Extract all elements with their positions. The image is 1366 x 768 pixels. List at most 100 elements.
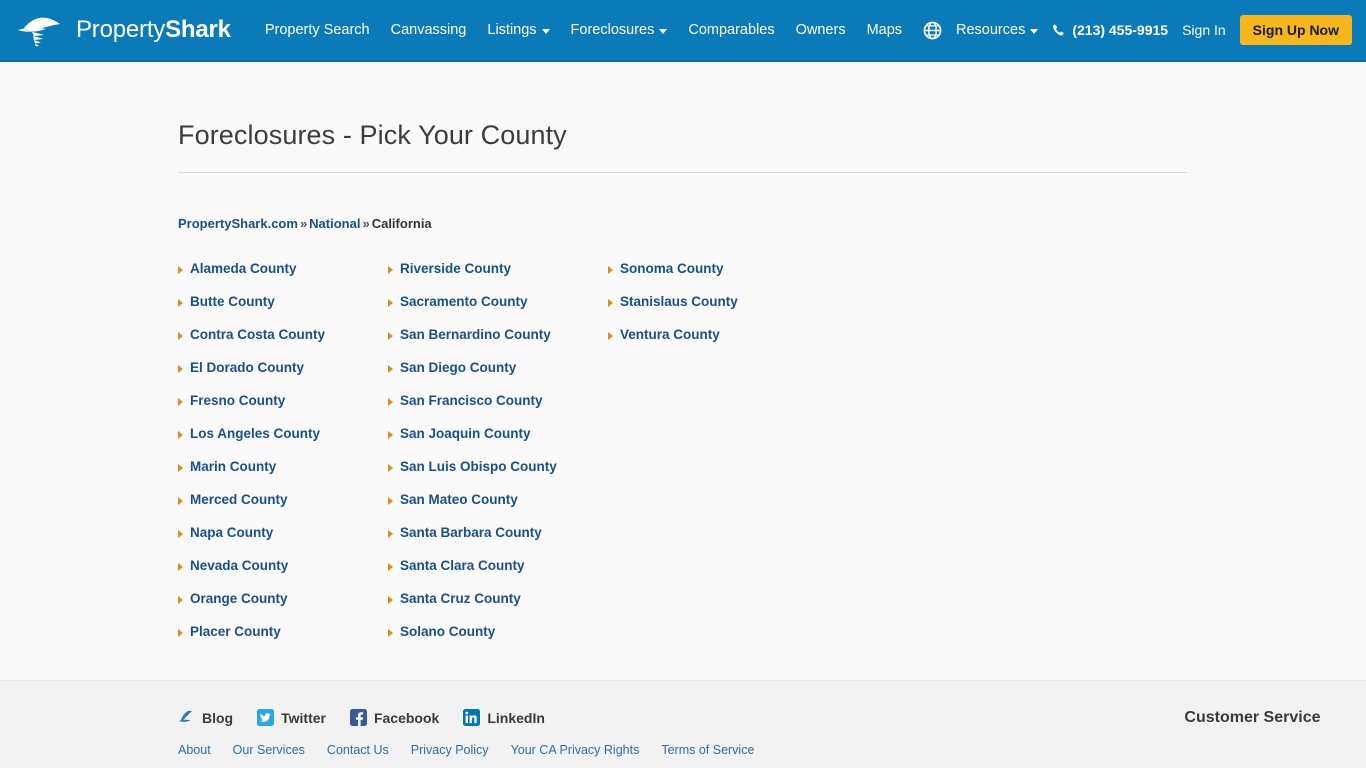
nav-item-maps[interactable]: Maps — [867, 22, 902, 38]
county-list: Riverside County Sacramento County San B… — [388, 261, 608, 657]
footer-link-privacy-policy[interactable]: Privacy Policy — [411, 743, 489, 757]
county-link[interactable]: Orange County — [190, 591, 288, 606]
county-link[interactable]: Merced County — [190, 492, 288, 507]
list-item[interactable]: San Bernardino County — [388, 327, 608, 360]
list-item[interactable]: Santa Clara County — [388, 558, 608, 591]
county-link[interactable]: Marin County — [190, 459, 276, 474]
county-column-3: Sonoma County Stanislaus County Ventura … — [608, 261, 818, 657]
list-item[interactable]: Butte County — [178, 294, 388, 327]
county-columns: Alameda County Butte County Contra Costa… — [178, 261, 1366, 657]
county-link[interactable]: Santa Barbara County — [400, 525, 542, 540]
customer-service-title: Customer Service — [1184, 709, 1321, 726]
phone-number-group[interactable]: (213) 455-9915 — [1052, 22, 1168, 38]
arrow-right-icon — [388, 266, 393, 274]
list-item[interactable]: San Joaquin County — [388, 426, 608, 459]
nav-item-property-search[interactable]: Property Search — [265, 22, 370, 38]
county-link[interactable]: San Bernardino County — [400, 327, 551, 342]
twitter-icon — [257, 709, 275, 726]
breadcrumb-item-propertyshark[interactable]: PropertyShark.com — [178, 216, 298, 231]
footer-link-about[interactable]: About — [178, 743, 211, 757]
list-item[interactable]: Riverside County — [388, 261, 608, 294]
title-divider — [178, 172, 1187, 173]
county-link[interactable]: Placer County — [190, 624, 281, 639]
social-link-facebook[interactable]: Facebook — [349, 709, 439, 726]
county-link[interactable]: Contra Costa County — [190, 327, 325, 342]
county-link[interactable]: San Luis Obispo County — [400, 459, 557, 474]
list-item[interactable]: San Diego County — [388, 360, 608, 393]
county-link[interactable]: Napa County — [190, 525, 273, 540]
county-link[interactable]: Riverside County — [400, 261, 511, 276]
site-header: PropertyShark Property Search Canvassing… — [0, 0, 1366, 62]
social-link-linkedin[interactable]: LinkedIn — [463, 709, 545, 726]
arrow-right-icon — [178, 629, 183, 637]
county-link[interactable]: Fresno County — [190, 393, 285, 408]
list-item[interactable]: Alameda County — [178, 261, 388, 294]
county-column-1: Alameda County Butte County Contra Costa… — [178, 261, 388, 657]
county-link[interactable]: Santa Clara County — [400, 558, 525, 573]
list-item[interactable]: Fresno County — [178, 393, 388, 426]
list-item[interactable]: Napa County — [178, 525, 388, 558]
sign-up-button[interactable]: Sign Up Now — [1239, 15, 1352, 45]
social-link-twitter[interactable]: Twitter — [257, 709, 326, 726]
list-item[interactable]: Orange County — [178, 591, 388, 624]
list-item[interactable]: Solano County — [388, 624, 608, 657]
county-link[interactable]: Sacramento County — [400, 294, 528, 309]
arrow-right-icon — [388, 365, 393, 373]
list-item[interactable]: San Luis Obispo County — [388, 459, 608, 492]
list-item[interactable]: Los Angeles County — [178, 426, 388, 459]
list-item[interactable]: Placer County — [178, 624, 388, 657]
chevron-down-icon — [541, 28, 550, 34]
sign-in-link[interactable]: Sign In — [1182, 22, 1226, 38]
list-item[interactable]: Contra Costa County — [178, 327, 388, 360]
page-title: Foreclosures - Pick Your County — [178, 120, 567, 150]
county-link[interactable]: Sonoma County — [620, 261, 724, 276]
list-item[interactable]: Santa Cruz County — [388, 591, 608, 624]
logo-text: PropertyShark — [76, 18, 231, 42]
nav-label: Listings — [487, 22, 537, 38]
list-item[interactable]: Sonoma County — [608, 261, 818, 294]
list-item[interactable]: Nevada County — [178, 558, 388, 591]
arrow-right-icon — [608, 266, 613, 274]
county-link[interactable]: Butte County — [190, 294, 275, 309]
breadcrumb-item-national[interactable]: National — [309, 216, 360, 231]
county-link[interactable]: Nevada County — [190, 558, 288, 573]
nav-label: Canvassing — [390, 22, 467, 38]
county-link[interactable]: Stanislaus County — [620, 294, 738, 309]
logo-text-shark: Shark — [165, 16, 231, 43]
nav-item-canvassing[interactable]: Canvassing — [391, 22, 467, 38]
county-link[interactable]: San Joaquin County — [400, 426, 531, 441]
resources-menu[interactable]: Resources — [956, 22, 1039, 38]
arrow-right-icon — [178, 299, 183, 307]
nav-item-comparables[interactable]: Comparables — [688, 22, 774, 38]
phone-number: (213) 455-9915 — [1072, 22, 1169, 38]
footer-link-our-services[interactable]: Our Services — [233, 743, 305, 757]
list-item[interactable]: Merced County — [178, 492, 388, 525]
social-link-blog[interactable]: Blog — [178, 709, 233, 726]
footer-link-ca-privacy-rights[interactable]: Your CA Privacy Rights — [511, 743, 640, 757]
list-item[interactable]: El Dorado County — [178, 360, 388, 393]
county-link[interactable]: Alameda County — [190, 261, 297, 276]
globe-icon[interactable] — [923, 21, 942, 40]
list-item[interactable]: Marin County — [178, 459, 388, 492]
footer-link-contact-us[interactable]: Contact Us — [327, 743, 389, 757]
county-link[interactable]: San Francisco County — [400, 393, 543, 408]
nav-item-owners[interactable]: Owners — [796, 22, 846, 38]
nav-item-foreclosures[interactable]: Foreclosures — [571, 22, 668, 38]
list-item[interactable]: Sacramento County — [388, 294, 608, 327]
county-link[interactable]: Los Angeles County — [190, 426, 320, 441]
list-item[interactable]: Santa Barbara County — [388, 525, 608, 558]
arrow-right-icon — [178, 431, 183, 439]
logo-link[interactable]: PropertyShark — [16, 11, 231, 49]
county-link[interactable]: Ventura County — [620, 327, 720, 342]
county-link[interactable]: San Diego County — [400, 360, 516, 375]
footer-link-terms-of-service[interactable]: Terms of Service — [661, 743, 754, 757]
nav-item-listings[interactable]: Listings — [487, 22, 550, 38]
county-link[interactable]: San Mateo County — [400, 492, 518, 507]
county-link[interactable]: Santa Cruz County — [400, 591, 521, 606]
list-item[interactable]: San Francisco County — [388, 393, 608, 426]
county-link[interactable]: El Dorado County — [190, 360, 304, 375]
county-link[interactable]: Solano County — [400, 624, 495, 639]
list-item[interactable]: San Mateo County — [388, 492, 608, 525]
list-item[interactable]: Ventura County — [608, 327, 818, 360]
list-item[interactable]: Stanislaus County — [608, 294, 818, 327]
